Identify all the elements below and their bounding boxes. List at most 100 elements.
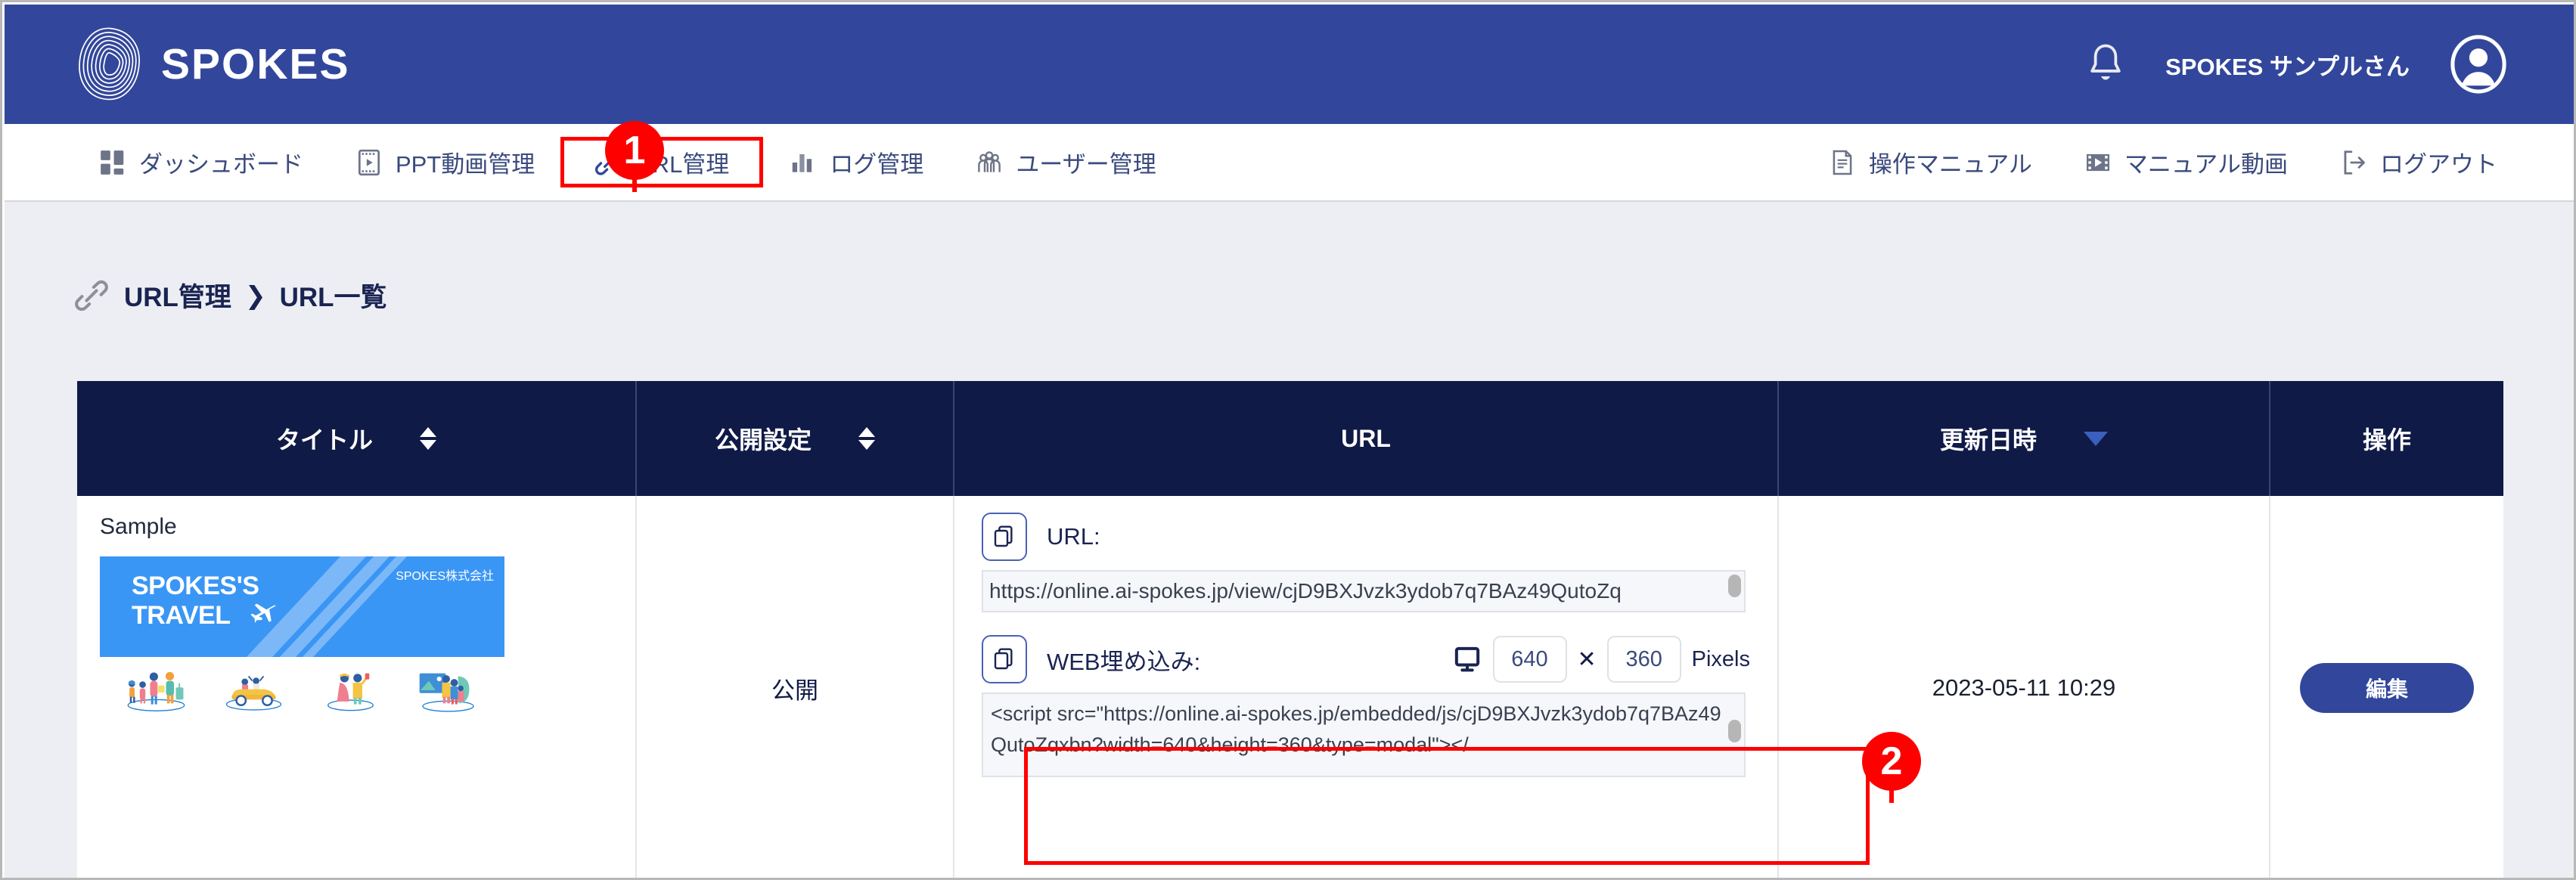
url-value-text: https://online.ai-spokes.jp/view/cjD9BXJ… — [989, 579, 1622, 603]
embed-script-field[interactable]: <script src="https://online.ai-spokes.jp… — [982, 693, 1746, 777]
spokes-logo-icon — [79, 27, 140, 101]
column-label: 公開設定 — [714, 426, 812, 454]
column-header-public-setting[interactable]: 公開設定 — [637, 381, 954, 496]
column-label: URL — [1341, 424, 1391, 452]
updated-at-value: 2023-05-11 10:29 — [1932, 674, 2116, 701]
sort-toggle-icon[interactable] — [858, 427, 875, 450]
nav-label: 操作マニュアル — [1868, 151, 2032, 178]
embed-unit-label: Pixels — [1691, 646, 1750, 671]
scrollbar-thumb[interactable] — [1728, 720, 1741, 742]
nav-item-logout[interactable]: ログアウト — [2314, 138, 2523, 187]
slide-video-icon — [358, 149, 380, 175]
log-chart-icon — [793, 153, 812, 172]
breadcrumb-trail: URL管理 ❯ URL一覧 — [124, 276, 387, 315]
nav-item-log-management[interactable]: ログ管理 — [763, 138, 949, 187]
embed-size-controls: 640 ✕ 360 Pixels — [1452, 636, 1750, 683]
breadcrumb: URL管理 ❯ URL一覧 — [74, 276, 387, 315]
main-navigation: ダッシュボード PPT動画管理 URL管理 ログ管理 ユーザー管理 操作マニュア… — [5, 124, 2574, 202]
column-header-updated-at[interactable]: 更新日時 — [1779, 381, 2270, 496]
nav-item-dashboard[interactable]: ダッシュボード — [73, 138, 329, 187]
url-list-table: タイトル 公開設定 URL 更新日時 操作 Sample SPOKES'S TR… — [77, 381, 2503, 878]
column-label: 操作 — [2362, 426, 2411, 454]
nav-label: ダッシュボード — [139, 151, 303, 178]
copy-url-button[interactable] — [982, 513, 1027, 561]
thumbnail-headline-line1: SPOKES'S — [132, 572, 259, 600]
user-name-label: SPOKES サンプルさん — [2165, 53, 2410, 80]
monitor-icon — [1454, 646, 1479, 672]
nav-label: ログ管理 — [830, 151, 924, 178]
users-group-icon — [978, 150, 1001, 172]
embed-width-input[interactable]: 640 — [1492, 636, 1567, 683]
nav-item-manual-video[interactable]: マニュアル動画 — [2058, 138, 2314, 187]
scrollbar-thumb[interactable] — [1728, 575, 1741, 597]
family-travel-illustration — [127, 671, 185, 711]
breadcrumb-separator-icon: ❯ — [244, 281, 266, 309]
breadcrumb-root[interactable]: URL管理 — [124, 276, 231, 315]
thumbnail-preview[interactable]: SPOKES'S TRAVEL SPOKES株式会社 — [100, 556, 504, 723]
nav-label: ユーザー管理 — [1016, 151, 1156, 178]
copy-icon — [994, 525, 1013, 547]
user-avatar-icon[interactable] — [2449, 35, 2508, 94]
table-row: Sample SPOKES'S TRAVEL SPOKES株式会社 公開 URL… — [77, 496, 2503, 878]
caret-down-icon — [2084, 431, 2108, 446]
nav-item-operation-manual[interactable]: 操作マニュアル — [1802, 138, 2058, 187]
notification-bell-icon[interactable] — [2085, 42, 2126, 86]
embed-height-value: 360 — [1625, 646, 1662, 671]
header-right-area: SPOKES サンプルさん — [2085, 35, 2508, 94]
callout-number: 2 — [1862, 732, 1921, 791]
car-travel-illustration — [225, 675, 281, 711]
document-manual-icon — [1833, 150, 1852, 175]
callout-badge-2: 2 — [1862, 732, 1921, 803]
copy-embed-button[interactable] — [982, 635, 1027, 683]
cell-public-setting: 公開 — [637, 496, 954, 878]
thumbnail-headline: SPOKES'S TRAVEL — [132, 572, 259, 631]
embed-width-value: 640 — [1511, 646, 1548, 671]
app-window: SPOKES SPOKES サンプルさん ダッシュボード PPT動画管理 URL… — [0, 0, 2576, 880]
brand-logo[interactable]: SPOKES — [69, 23, 350, 105]
edit-button[interactable]: 編集 — [2300, 663, 2474, 713]
embed-label: WEB埋め込み: — [1047, 648, 1201, 675]
caret-down-icon — [420, 440, 436, 450]
url-label-row: URL: — [982, 513, 1750, 561]
url-value-field[interactable]: https://online.ai-spokes.jp/view/cjD9BXJ… — [982, 570, 1746, 612]
nav-label: ログアウト — [2380, 151, 2497, 178]
photo-family-illustration — [419, 673, 474, 712]
size-separator-icon: ✕ — [1577, 646, 1597, 672]
thumbnail-headline-line2: TRAVEL — [132, 601, 231, 631]
embed-height-input[interactable]: 360 — [1606, 636, 1681, 683]
table-header-row: タイトル 公開設定 URL 更新日時 操作 — [77, 381, 2503, 496]
page-content: URL管理 ❯ URL一覧 タイトル 公開設定 URL 更新日時 操作 Samp… — [5, 202, 2574, 878]
brand-name: SPOKES — [161, 40, 350, 88]
row-title-label: Sample — [100, 514, 177, 539]
column-header-title[interactable]: タイトル — [77, 381, 637, 496]
sort-desc-icon[interactable] — [2084, 431, 2108, 446]
column-header-url: URL — [954, 381, 1779, 496]
callout-badge-1: 1 — [605, 121, 664, 192]
logout-arrow-icon — [2344, 150, 2365, 175]
sort-toggle-icon[interactable] — [420, 427, 436, 450]
dashboard-grid-icon — [101, 150, 124, 175]
cell-url: URL: https://online.ai-spokes.jp/view/cj… — [954, 496, 1779, 878]
thumbnail-illustrations — [100, 657, 504, 723]
embed-script-text: <script src="https://online.ai-spokes.jp… — [991, 702, 1721, 757]
cell-action: 編集 — [2270, 496, 2503, 878]
callout-number: 1 — [605, 121, 664, 180]
nav-label: PPT動画管理 — [396, 151, 535, 178]
film-video-icon — [2086, 153, 2109, 171]
nav-secondary-group: 操作マニュアル マニュアル動画 ログアウト — [1802, 138, 2523, 187]
column-label: 更新日時 — [1939, 426, 2037, 454]
nav-item-user-management[interactable]: ユーザー管理 — [949, 138, 1181, 187]
link-chain-icon — [75, 280, 108, 311]
caret-up-icon — [858, 427, 875, 437]
embed-label-row: WEB埋め込み: 640 ✕ 360 Pixels — [982, 635, 1750, 683]
app-header: SPOKES SPOKES サンプルさん — [5, 5, 2574, 124]
nav-item-ppt-video[interactable]: PPT動画管理 — [329, 138, 560, 187]
caret-down-icon — [858, 440, 875, 450]
breadcrumb-current: URL一覧 — [279, 283, 387, 312]
cell-title: Sample SPOKES'S TRAVEL SPOKES株式会社 — [77, 496, 637, 878]
column-header-action: 操作 — [2270, 381, 2503, 496]
thumbnail-corp-label: SPOKES株式会社 — [396, 570, 494, 583]
caret-up-icon — [420, 427, 436, 437]
url-label: URL: — [1047, 523, 1100, 550]
copy-icon — [994, 648, 1013, 670]
